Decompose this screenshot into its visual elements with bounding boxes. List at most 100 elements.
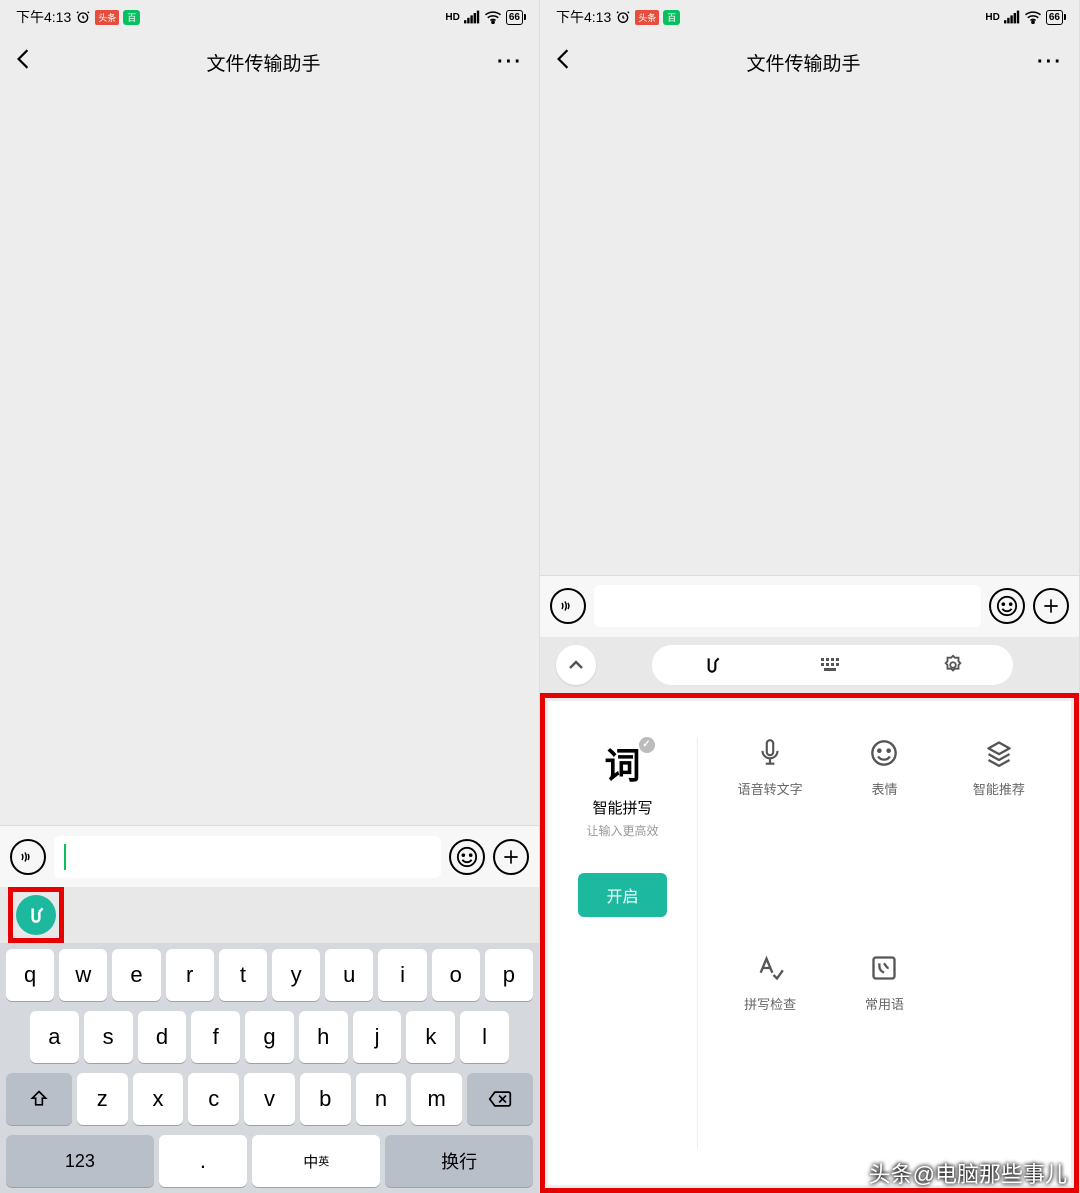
highlight-box — [8, 887, 64, 943]
message-input[interactable] — [594, 585, 981, 627]
key-n[interactable]: n — [356, 1073, 407, 1125]
keyboard-toolbar — [0, 887, 539, 943]
key-shift[interactable] — [6, 1073, 72, 1125]
feature-voice-to-text[interactable]: 语音转文字 — [718, 737, 822, 934]
battery-icon: 66 — [1046, 10, 1063, 25]
key-k[interactable]: k — [406, 1011, 455, 1063]
key-j[interactable]: j — [353, 1011, 402, 1063]
emoji-button[interactable] — [989, 588, 1025, 624]
microphone-icon — [754, 737, 786, 769]
text-cursor — [64, 844, 66, 870]
badge-app: 百 — [123, 10, 140, 25]
keyboard-toolbar — [540, 637, 1079, 693]
key-c[interactable]: c — [188, 1073, 239, 1125]
back-button[interactable] — [16, 48, 30, 77]
more-button[interactable]: ··· — [497, 51, 523, 74]
key-a[interactable]: a — [30, 1011, 79, 1063]
key-v[interactable]: v — [244, 1073, 295, 1125]
collapse-button[interactable] — [556, 645, 596, 685]
feature-common-phrases[interactable]: 常用语 — [832, 952, 936, 1149]
feature-label: 常用语 — [865, 994, 904, 1013]
key-m[interactable]: m — [411, 1073, 462, 1125]
voice-input-button[interactable] — [10, 839, 46, 875]
ime-logo-button[interactable] — [16, 895, 56, 935]
feature-smart-recommend[interactable]: 智能推荐 — [947, 737, 1051, 934]
keyboard-row-4: 123 . 中英 换行 — [6, 1135, 533, 1187]
chat-area[interactable] — [0, 90, 539, 825]
feature-label: 拼写检查 — [744, 994, 796, 1013]
plus-button[interactable] — [493, 839, 529, 875]
key-d[interactable]: d — [138, 1011, 187, 1063]
input-bar — [0, 825, 539, 887]
more-button[interactable]: ··· — [1037, 51, 1063, 74]
key-u[interactable]: u — [325, 949, 373, 1001]
key-s[interactable]: s — [84, 1011, 133, 1063]
feature-spell-check[interactable]: 拼写检查 — [718, 952, 822, 1149]
feature-label: 智能推荐 — [973, 779, 1025, 798]
feature-emoji[interactable]: 表情 — [832, 737, 936, 934]
input-bar — [540, 575, 1079, 637]
phrases-icon — [868, 952, 900, 984]
enable-button[interactable]: 开启 — [578, 873, 666, 917]
wifi-icon — [484, 10, 502, 24]
nav-bar: 文件传输助手 ··· — [540, 34, 1079, 90]
nav-bar: 文件传输助手 ··· — [0, 34, 539, 90]
key-g[interactable]: g — [245, 1011, 294, 1063]
signal-icon — [1004, 10, 1020, 24]
tab-settings[interactable] — [893, 645, 1013, 685]
key-q[interactable]: q — [6, 949, 54, 1001]
key-z[interactable]: z — [77, 1073, 128, 1125]
badge-headlines: 头条 — [635, 10, 659, 25]
feature-grid: 语音转文字 表情 智能推荐 — [718, 737, 1051, 1150]
key-r[interactable]: r — [166, 949, 214, 1001]
signal-icon — [464, 10, 480, 24]
key-h[interactable]: h — [299, 1011, 348, 1063]
badge-app: 百 — [663, 10, 680, 25]
hd-label: HD — [985, 12, 999, 23]
key-numbers[interactable]: 123 — [6, 1135, 154, 1187]
key-w[interactable]: w — [59, 949, 107, 1001]
back-button[interactable] — [556, 48, 570, 77]
watermark: 头条@电脑那些事儿 — [869, 1157, 1067, 1189]
key-dot[interactable]: . — [159, 1135, 248, 1187]
key-enter[interactable]: 换行 — [385, 1135, 533, 1187]
message-input[interactable] — [54, 836, 441, 878]
alarm-icon — [75, 9, 91, 25]
key-i[interactable]: i — [378, 949, 426, 1001]
key-language[interactable]: 中英 — [252, 1135, 380, 1187]
key-x[interactable]: x — [133, 1073, 184, 1125]
page-title: 文件传输助手 — [747, 49, 861, 76]
key-l[interactable]: l — [460, 1011, 509, 1063]
key-t[interactable]: t — [219, 949, 267, 1001]
feature-label: 语音转文字 — [738, 779, 803, 798]
battery-icon: 66 — [506, 10, 523, 25]
feature-subtitle: 让输入更高效 — [568, 822, 677, 839]
badge-headlines: 头条 — [95, 10, 119, 25]
feature-title: 智能拼写 — [568, 797, 677, 818]
screen-left: 下午4:13 头条 百 HD 66 文件传输助手 ··· — [0, 0, 540, 1193]
feature-label: 表情 — [871, 779, 897, 798]
keyboard-row-1: q w e r t y u i o p — [6, 949, 533, 1001]
key-o[interactable]: o — [432, 949, 480, 1001]
keyboard: q w e r t y u i o p a s d f g h j k l z — [0, 943, 539, 1193]
tab-group — [652, 645, 1013, 685]
key-f[interactable]: f — [191, 1011, 240, 1063]
plus-button[interactable] — [1033, 588, 1069, 624]
layers-icon — [983, 737, 1015, 769]
tab-ime[interactable] — [652, 645, 772, 685]
feature-panel: 词 ✓ 智能拼写 让输入更高效 开启 语音转文字 表 — [548, 701, 1071, 1186]
tab-keyboard[interactable] — [772, 645, 892, 685]
key-p[interactable]: p — [485, 949, 533, 1001]
feature-word-icon: 词 ✓ — [604, 737, 640, 789]
key-b[interactable]: b — [300, 1073, 351, 1125]
wifi-icon — [1024, 10, 1042, 24]
emoji-button[interactable] — [449, 839, 485, 875]
key-backspace[interactable] — [467, 1073, 533, 1125]
page-title: 文件传输助手 — [207, 49, 321, 76]
key-y[interactable]: y — [272, 949, 320, 1001]
chat-area[interactable] — [540, 90, 1079, 575]
key-e[interactable]: e — [112, 949, 160, 1001]
feature-promo: 词 ✓ 智能拼写 让输入更高效 开启 — [568, 737, 698, 1150]
voice-input-button[interactable] — [550, 588, 586, 624]
status-time: 下午4:13 — [556, 7, 611, 27]
